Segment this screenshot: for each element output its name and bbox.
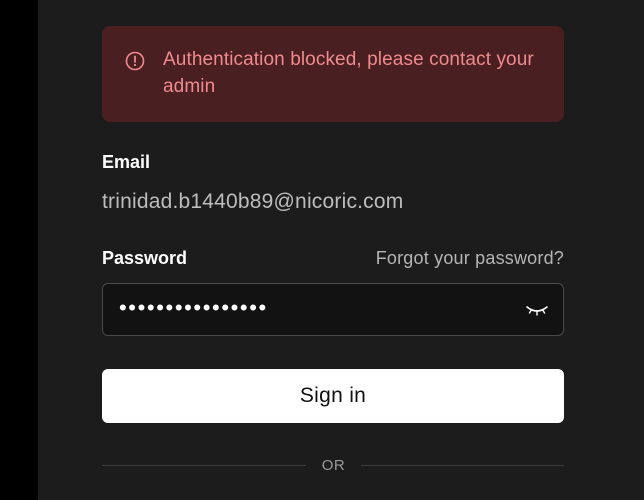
alert-message: Authentication blocked, please contact y… xyxy=(163,49,534,97)
email-value: trinidad.b1440b89@nicoric.com xyxy=(102,190,404,213)
forgot-password-link[interactable]: Forgot your password? xyxy=(376,248,564,269)
password-label: Password xyxy=(102,248,188,268)
exclamation-circle-icon xyxy=(125,51,145,71)
divider-or-text: OR xyxy=(321,457,346,474)
divider-line-left xyxy=(102,465,306,466)
password-masked-value: •••••••••••••••• xyxy=(119,295,268,320)
password-input[interactable]: •••••••••••••••• xyxy=(102,283,564,336)
email-label: Email xyxy=(102,152,151,172)
divider-line-right xyxy=(361,465,564,466)
eye-closed-icon[interactable] xyxy=(525,302,549,318)
error-alert: Authentication blocked, please contact y… xyxy=(102,26,564,122)
sign-in-button[interactable]: Sign in xyxy=(102,369,564,423)
